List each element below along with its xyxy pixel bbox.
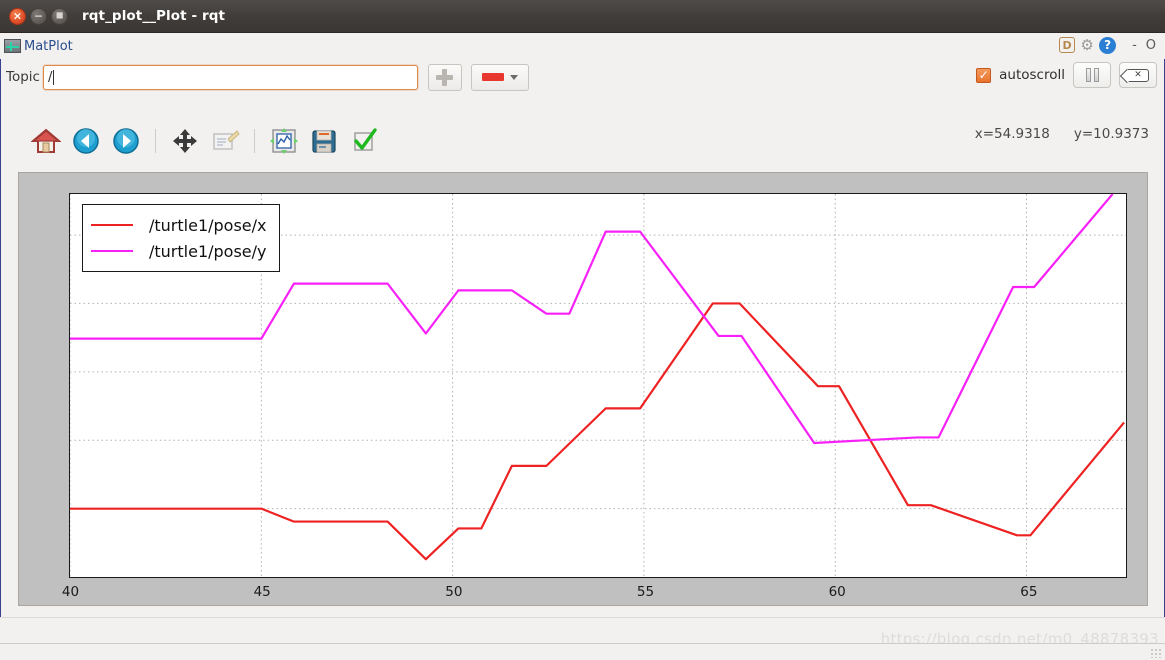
legend-label-y: /turtle1/pose/y bbox=[149, 241, 267, 261]
legend-item: /turtle1/pose/x bbox=[91, 212, 267, 238]
toolbar-separator bbox=[155, 129, 156, 153]
maximize-icon: ■ bbox=[55, 10, 64, 20]
coordinate-readout: x=54.9318 y=10.9373 bbox=[975, 126, 1149, 142]
x-tick-label: 40 bbox=[61, 584, 80, 600]
save-figure-button[interactable] bbox=[306, 123, 342, 159]
autoscroll-group: ✓ autoscroll ✕ bbox=[976, 62, 1157, 88]
add-topic-button[interactable] bbox=[427, 63, 462, 91]
status-bar bbox=[0, 617, 1165, 643]
plugin-header-controls: D ⚙ ? - O bbox=[1059, 36, 1159, 54]
autoscroll-checkbox[interactable]: ✓ bbox=[976, 67, 992, 83]
move-cross-icon bbox=[173, 129, 197, 153]
legend-item: /turtle1/pose/y bbox=[91, 238, 267, 264]
window-titlebar: × − ■ rqt_plot__Plot - rqt bbox=[0, 0, 1165, 33]
color-swatch-icon bbox=[481, 73, 504, 81]
forward-button[interactable] bbox=[108, 123, 144, 159]
zoom-rect-button[interactable] bbox=[207, 123, 243, 159]
chevron-down-icon bbox=[509, 74, 518, 80]
topic-label: Topic bbox=[6, 69, 40, 85]
checkmark-icon bbox=[354, 128, 377, 151]
home-button[interactable] bbox=[28, 123, 64, 159]
toolbar-separator-2 bbox=[254, 129, 255, 153]
legend-line-x bbox=[91, 223, 133, 227]
coord-x: x=54.9318 bbox=[974, 126, 1050, 142]
plugin-header: MatPlot bbox=[0, 33, 1165, 59]
x-tick-label: 55 bbox=[636, 584, 655, 600]
line-color-dropdown[interactable] bbox=[470, 63, 529, 91]
x-tick-label: 45 bbox=[253, 584, 271, 600]
window-maximize-button[interactable]: ■ bbox=[51, 7, 68, 25]
plugin-title: MatPlot bbox=[0, 39, 73, 54]
clear-backspace-icon: ✕ bbox=[1127, 68, 1149, 82]
autoscroll-label: autoscroll bbox=[999, 67, 1065, 83]
plus-icon bbox=[436, 68, 454, 86]
floppy-disk-icon bbox=[312, 130, 336, 153]
check-icon: ✓ bbox=[978, 68, 989, 82]
x-tick-label: 50 bbox=[445, 584, 463, 600]
arrow-right-icon bbox=[113, 128, 139, 154]
close-icon: × bbox=[12, 9, 23, 22]
window-bottom-bar bbox=[0, 643, 1165, 660]
plot-waveform-icon bbox=[4, 39, 21, 53]
x-tick-label: 60 bbox=[828, 584, 846, 600]
clear-button[interactable]: ✕ bbox=[1119, 62, 1157, 88]
arrow-left-icon bbox=[73, 128, 99, 154]
window-buttons: × − ■ bbox=[0, 7, 68, 25]
configure-subplots-button[interactable] bbox=[266, 123, 302, 159]
legend-label-x: /turtle1/pose/x bbox=[149, 215, 267, 235]
window-title: rqt_plot__Plot - rqt bbox=[82, 8, 226, 24]
legend-line-y bbox=[91, 249, 133, 253]
window-close-button[interactable]: × bbox=[9, 7, 26, 25]
subplot-config-icon bbox=[270, 128, 298, 154]
plot-canvas[interactable]: 0246810 /turtle1/pose/x /turtle1/pose/y … bbox=[18, 172, 1148, 606]
plugin-minimize-button[interactable]: - bbox=[1129, 38, 1140, 53]
window-minimize-button[interactable]: − bbox=[30, 7, 47, 25]
plot-legend: /turtle1/pose/x /turtle1/pose/y bbox=[82, 204, 280, 272]
coord-y: y=10.9373 bbox=[1073, 126, 1149, 142]
gear-icon[interactable]: ⚙ bbox=[1078, 36, 1096, 54]
plot-axes[interactable]: /turtle1/pose/x /turtle1/pose/y bbox=[69, 193, 1127, 578]
plugin-close-button[interactable]: O bbox=[1143, 38, 1159, 53]
x-tick-label: 65 bbox=[1020, 584, 1038, 600]
back-button[interactable] bbox=[68, 123, 104, 159]
pan-button[interactable] bbox=[167, 123, 203, 159]
plugin-name-label: MatPlot bbox=[24, 38, 73, 54]
zoom-rect-icon bbox=[213, 130, 240, 150]
help-icon[interactable]: ? bbox=[1099, 36, 1117, 54]
pause-button[interactable] bbox=[1073, 62, 1111, 88]
text-caret bbox=[53, 69, 55, 85]
dock-icon[interactable]: D bbox=[1059, 37, 1076, 53]
topic-input-value: / bbox=[47, 69, 53, 85]
minimize-icon: − bbox=[33, 9, 44, 22]
topic-input[interactable]: / bbox=[42, 64, 418, 90]
rqt-plot-window: × − ■ rqt_plot__Plot - rqt MatPlot D ⚙ ?… bbox=[0, 0, 1165, 660]
pause-icon bbox=[1085, 68, 1099, 82]
home-icon bbox=[31, 128, 61, 153]
resize-grip[interactable] bbox=[1150, 648, 1162, 658]
apply-button[interactable] bbox=[346, 123, 382, 159]
